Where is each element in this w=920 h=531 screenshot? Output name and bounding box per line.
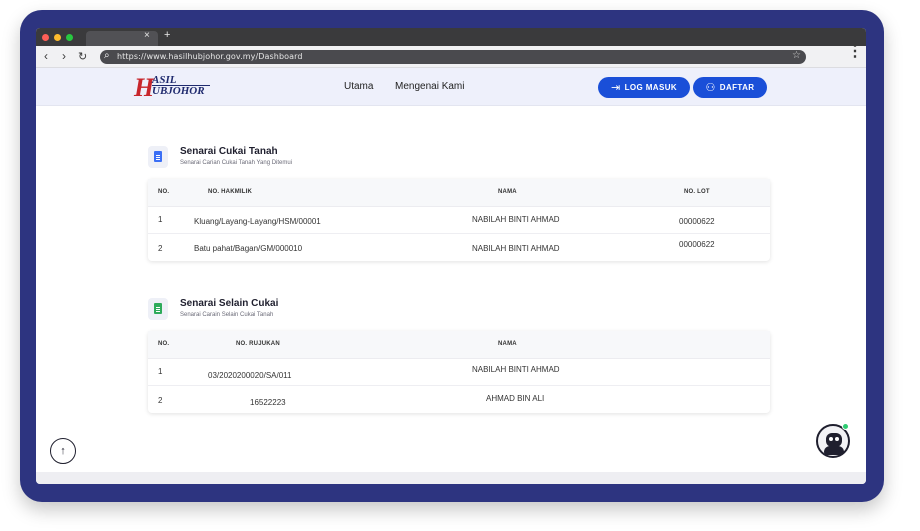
cell-nama: NABILAH BINTI AHMAD xyxy=(472,244,560,253)
browser-addressbar: ‹ › ↻ ⌕ https://www.hasilhubjohor.gov.my… xyxy=(36,44,866,68)
forward-icon[interactable]: › xyxy=(62,49,66,63)
cell-rujukan: 16522223 xyxy=(250,398,286,407)
robot-eye xyxy=(835,437,839,441)
new-tab-icon[interactable]: + xyxy=(164,29,170,41)
url-field[interactable]: ⌕ https://www.hasilhubjohor.gov.my/Dashb… xyxy=(100,50,806,64)
column-header: NO. RUJUKAN xyxy=(236,341,280,347)
chatbot-button[interactable] xyxy=(816,423,850,458)
online-status-badge xyxy=(842,423,849,430)
cell-nama: NABILAH BINTI AHMAD xyxy=(472,365,560,374)
login-button[interactable]: ⇥ LOG MASUK xyxy=(598,77,690,98)
maximize-window-button[interactable] xyxy=(66,34,73,41)
star-icon[interactable]: ☆ xyxy=(792,50,801,61)
nontax-table: NO. NO. RUJUKAN NAMA 1 03/2020200020/SA/… xyxy=(148,331,770,413)
cell-no: 2 xyxy=(158,244,163,253)
document-sheet xyxy=(154,151,162,162)
cell-no: 2 xyxy=(158,396,163,405)
reload-icon[interactable]: ↻ xyxy=(78,50,87,63)
column-header: NO. HAKMILIK xyxy=(208,189,253,195)
section-subtitle: Senarai Carian Cukai Tanah Yang Ditemui xyxy=(180,160,293,166)
add-user-icon: ⚇ xyxy=(705,82,716,94)
site-header: H ASIL UBJOHOR Utama Mengenai Kami ⇥ LOG… xyxy=(36,68,866,106)
cell-hakmilik: Kluang/Layang-Layang/HSM/00001 xyxy=(194,217,321,226)
cell-lot: 00000622 xyxy=(679,217,715,226)
robot-body xyxy=(824,446,844,455)
table-header: NO. NO. RUJUKAN NAMA xyxy=(148,331,770,359)
table-row[interactable]: 2 16522223 AHMAD BIN ALI xyxy=(148,386,770,413)
logo-bottom-text: UBJOHOR xyxy=(152,85,205,97)
url-text: https://www.hasilhubjohor.gov.my/Dashboa… xyxy=(117,52,303,61)
page-footer-strip xyxy=(36,472,866,484)
browser-tabbar: × + xyxy=(36,28,866,46)
cell-nama: NABILAH BINTI AHMAD xyxy=(472,215,560,224)
register-label: DAFTAR xyxy=(719,83,755,92)
section-subtitle: Senarai Carain Selain Cukai Tanah xyxy=(180,312,274,318)
column-header: NO. xyxy=(158,341,170,347)
minimize-window-button[interactable] xyxy=(54,34,61,41)
column-header: NAMA xyxy=(498,341,517,347)
robot-icon xyxy=(826,433,842,447)
document-icon xyxy=(148,146,168,168)
cell-lot: 00000622 xyxy=(679,240,715,249)
cell-rujukan: 03/2020200020/SA/011 xyxy=(208,371,292,380)
table-row[interactable]: 1 Kluang/Layang-Layang/HSM/00001 NABILAH… xyxy=(148,207,770,234)
cell-no: 1 xyxy=(158,215,163,224)
arrow-up-icon: ↑ xyxy=(60,445,66,457)
scroll-to-top-button[interactable]: ↑ xyxy=(50,438,76,464)
robot-eye xyxy=(829,437,833,441)
table-row[interactable]: 1 03/2020200020/SA/011 NABILAH BINTI AHM… xyxy=(148,359,770,386)
tax-table: NO. NO. HAKMILIK NAMA NO. LOT 1 Kluang/L… xyxy=(148,179,770,261)
site-logo[interactable]: H ASIL UBJOHOR xyxy=(134,74,218,101)
close-window-button[interactable] xyxy=(42,34,49,41)
cell-no: 1 xyxy=(158,367,163,376)
nav-link-utama[interactable]: Utama xyxy=(344,81,373,92)
document-icon xyxy=(148,298,168,320)
section-title: Senarai Selain Cukai xyxy=(180,298,279,309)
column-header: NO. xyxy=(158,189,170,195)
column-header: NAMA xyxy=(498,189,517,195)
browser-window: × + ‹ › ↻ ⌕ https://www.hasilhubjohor.go… xyxy=(36,28,866,484)
tab-close-icon[interactable]: × xyxy=(144,30,150,41)
search-icon: ⌕ xyxy=(104,50,110,61)
section-title: Senarai Cukai Tanah xyxy=(180,146,278,157)
browser-menu-icon[interactable]: ⋮ xyxy=(847,44,863,60)
cell-hakmilik: Batu pahat/Bagan/GM/000010 xyxy=(194,244,303,253)
cell-nama: AHMAD BIN ALI xyxy=(486,394,545,403)
table-row[interactable]: 2 Batu pahat/Bagan/GM/000010 NABILAH BIN… xyxy=(148,234,770,261)
table-header: NO. NO. HAKMILIK NAMA NO. LOT xyxy=(148,179,770,207)
login-label: LOG MASUK xyxy=(624,83,678,92)
back-icon[interactable]: ‹ xyxy=(44,49,48,63)
login-icon: ⇥ xyxy=(610,82,621,94)
document-sheet xyxy=(154,303,162,314)
register-button[interactable]: ⚇ DAFTAR xyxy=(693,77,767,98)
column-header: NO. LOT xyxy=(684,189,710,195)
nav-link-mengenai-kami[interactable]: Mengenai Kami xyxy=(395,81,464,92)
